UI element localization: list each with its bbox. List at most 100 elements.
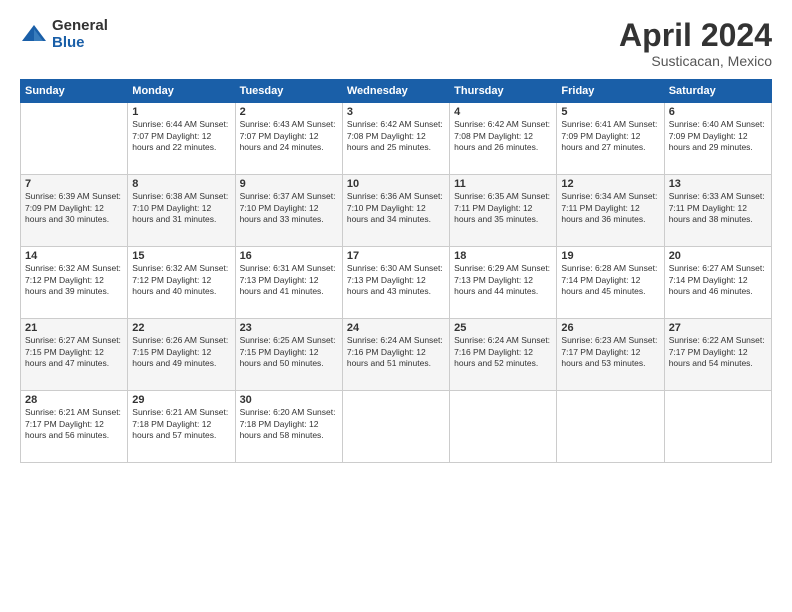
day-info: Sunrise: 6:32 AM Sunset: 7:12 PM Dayligh… xyxy=(25,263,123,297)
day-number: 10 xyxy=(347,178,445,190)
day-info: Sunrise: 6:25 AM Sunset: 7:15 PM Dayligh… xyxy=(240,335,338,369)
day-info: Sunrise: 6:39 AM Sunset: 7:09 PM Dayligh… xyxy=(25,191,123,225)
col-wednesday: Wednesday xyxy=(342,80,449,103)
day-info: Sunrise: 6:42 AM Sunset: 7:08 PM Dayligh… xyxy=(347,119,445,153)
day-number: 17 xyxy=(347,250,445,262)
day-cell: 15Sunrise: 6:32 AM Sunset: 7:12 PM Dayli… xyxy=(128,247,235,319)
day-number: 24 xyxy=(347,322,445,334)
day-cell xyxy=(664,391,771,463)
day-info: Sunrise: 6:38 AM Sunset: 7:10 PM Dayligh… xyxy=(132,191,230,225)
day-number: 25 xyxy=(454,322,552,334)
day-cell: 7Sunrise: 6:39 AM Sunset: 7:09 PM Daylig… xyxy=(21,175,128,247)
col-saturday: Saturday xyxy=(664,80,771,103)
day-info: Sunrise: 6:30 AM Sunset: 7:13 PM Dayligh… xyxy=(347,263,445,297)
day-info: Sunrise: 6:43 AM Sunset: 7:07 PM Dayligh… xyxy=(240,119,338,153)
day-info: Sunrise: 6:42 AM Sunset: 7:08 PM Dayligh… xyxy=(454,119,552,153)
day-info: Sunrise: 6:24 AM Sunset: 7:16 PM Dayligh… xyxy=(454,335,552,369)
day-number: 26 xyxy=(561,322,659,334)
calendar-subtitle: Susticacan, Mexico xyxy=(619,53,772,69)
day-info: Sunrise: 6:40 AM Sunset: 7:09 PM Dayligh… xyxy=(669,119,767,153)
day-cell: 5Sunrise: 6:41 AM Sunset: 7:09 PM Daylig… xyxy=(557,103,664,175)
day-info: Sunrise: 6:26 AM Sunset: 7:15 PM Dayligh… xyxy=(132,335,230,369)
col-monday: Monday xyxy=(128,80,235,103)
week-row-5: 28Sunrise: 6:21 AM Sunset: 7:17 PM Dayli… xyxy=(21,391,772,463)
day-number: 14 xyxy=(25,250,123,262)
col-tuesday: Tuesday xyxy=(235,80,342,103)
logo: General Blue xyxy=(20,18,108,51)
day-info: Sunrise: 6:37 AM Sunset: 7:10 PM Dayligh… xyxy=(240,191,338,225)
calendar-title: April 2024 xyxy=(619,18,772,53)
calendar-table: Sunday Monday Tuesday Wednesday Thursday… xyxy=(20,79,772,463)
day-info: Sunrise: 6:41 AM Sunset: 7:09 PM Dayligh… xyxy=(561,119,659,153)
day-cell: 9Sunrise: 6:37 AM Sunset: 7:10 PM Daylig… xyxy=(235,175,342,247)
day-cell: 24Sunrise: 6:24 AM Sunset: 7:16 PM Dayli… xyxy=(342,319,449,391)
day-cell: 29Sunrise: 6:21 AM Sunset: 7:18 PM Dayli… xyxy=(128,391,235,463)
day-info: Sunrise: 6:27 AM Sunset: 7:14 PM Dayligh… xyxy=(669,263,767,297)
day-info: Sunrise: 6:31 AM Sunset: 7:13 PM Dayligh… xyxy=(240,263,338,297)
header-row: Sunday Monday Tuesday Wednesday Thursday… xyxy=(21,80,772,103)
day-number: 8 xyxy=(132,178,230,190)
day-number: 23 xyxy=(240,322,338,334)
day-cell: 18Sunrise: 6:29 AM Sunset: 7:13 PM Dayli… xyxy=(450,247,557,319)
day-cell: 17Sunrise: 6:30 AM Sunset: 7:13 PM Dayli… xyxy=(342,247,449,319)
title-block: April 2024 Susticacan, Mexico xyxy=(619,18,772,69)
day-number: 27 xyxy=(669,322,767,334)
day-cell: 25Sunrise: 6:24 AM Sunset: 7:16 PM Dayli… xyxy=(450,319,557,391)
day-cell: 22Sunrise: 6:26 AM Sunset: 7:15 PM Dayli… xyxy=(128,319,235,391)
day-number: 1 xyxy=(132,106,230,118)
day-cell: 27Sunrise: 6:22 AM Sunset: 7:17 PM Dayli… xyxy=(664,319,771,391)
day-cell: 26Sunrise: 6:23 AM Sunset: 7:17 PM Dayli… xyxy=(557,319,664,391)
day-cell: 16Sunrise: 6:31 AM Sunset: 7:13 PM Dayli… xyxy=(235,247,342,319)
day-cell: 6Sunrise: 6:40 AM Sunset: 7:09 PM Daylig… xyxy=(664,103,771,175)
day-info: Sunrise: 6:21 AM Sunset: 7:18 PM Dayligh… xyxy=(132,407,230,441)
day-number: 28 xyxy=(25,394,123,406)
day-cell: 13Sunrise: 6:33 AM Sunset: 7:11 PM Dayli… xyxy=(664,175,771,247)
day-number: 4 xyxy=(454,106,552,118)
day-number: 19 xyxy=(561,250,659,262)
day-number: 3 xyxy=(347,106,445,118)
week-row-3: 14Sunrise: 6:32 AM Sunset: 7:12 PM Dayli… xyxy=(21,247,772,319)
day-number: 18 xyxy=(454,250,552,262)
day-cell: 20Sunrise: 6:27 AM Sunset: 7:14 PM Dayli… xyxy=(664,247,771,319)
day-cell: 11Sunrise: 6:35 AM Sunset: 7:11 PM Dayli… xyxy=(450,175,557,247)
day-number: 13 xyxy=(669,178,767,190)
day-cell xyxy=(342,391,449,463)
day-cell: 30Sunrise: 6:20 AM Sunset: 7:18 PM Dayli… xyxy=(235,391,342,463)
day-info: Sunrise: 6:32 AM Sunset: 7:12 PM Dayligh… xyxy=(132,263,230,297)
day-number: 2 xyxy=(240,106,338,118)
col-thursday: Thursday xyxy=(450,80,557,103)
day-cell: 4Sunrise: 6:42 AM Sunset: 7:08 PM Daylig… xyxy=(450,103,557,175)
day-cell: 3Sunrise: 6:42 AM Sunset: 7:08 PM Daylig… xyxy=(342,103,449,175)
day-number: 16 xyxy=(240,250,338,262)
logo-text: General Blue xyxy=(52,18,108,51)
day-number: 30 xyxy=(240,394,338,406)
day-number: 12 xyxy=(561,178,659,190)
day-number: 29 xyxy=(132,394,230,406)
header: General Blue April 2024 Susticacan, Mexi… xyxy=(20,18,772,69)
day-number: 20 xyxy=(669,250,767,262)
day-number: 21 xyxy=(25,322,123,334)
day-number: 7 xyxy=(25,178,123,190)
day-cell xyxy=(557,391,664,463)
day-number: 22 xyxy=(132,322,230,334)
day-info: Sunrise: 6:29 AM Sunset: 7:13 PM Dayligh… xyxy=(454,263,552,297)
day-number: 6 xyxy=(669,106,767,118)
logo-blue: Blue xyxy=(52,35,108,52)
day-info: Sunrise: 6:21 AM Sunset: 7:17 PM Dayligh… xyxy=(25,407,123,441)
day-cell: 2Sunrise: 6:43 AM Sunset: 7:07 PM Daylig… xyxy=(235,103,342,175)
day-cell: 23Sunrise: 6:25 AM Sunset: 7:15 PM Dayli… xyxy=(235,319,342,391)
day-cell: 12Sunrise: 6:34 AM Sunset: 7:11 PM Dayli… xyxy=(557,175,664,247)
day-info: Sunrise: 6:23 AM Sunset: 7:17 PM Dayligh… xyxy=(561,335,659,369)
day-cell: 8Sunrise: 6:38 AM Sunset: 7:10 PM Daylig… xyxy=(128,175,235,247)
day-number: 5 xyxy=(561,106,659,118)
day-info: Sunrise: 6:22 AM Sunset: 7:17 PM Dayligh… xyxy=(669,335,767,369)
week-row-1: 1Sunrise: 6:44 AM Sunset: 7:07 PM Daylig… xyxy=(21,103,772,175)
day-info: Sunrise: 6:44 AM Sunset: 7:07 PM Dayligh… xyxy=(132,119,230,153)
day-cell: 28Sunrise: 6:21 AM Sunset: 7:17 PM Dayli… xyxy=(21,391,128,463)
logo-general: General xyxy=(52,18,108,35)
day-cell: 10Sunrise: 6:36 AM Sunset: 7:10 PM Dayli… xyxy=(342,175,449,247)
day-info: Sunrise: 6:27 AM Sunset: 7:15 PM Dayligh… xyxy=(25,335,123,369)
day-number: 9 xyxy=(240,178,338,190)
day-cell: 14Sunrise: 6:32 AM Sunset: 7:12 PM Dayli… xyxy=(21,247,128,319)
day-cell: 19Sunrise: 6:28 AM Sunset: 7:14 PM Dayli… xyxy=(557,247,664,319)
